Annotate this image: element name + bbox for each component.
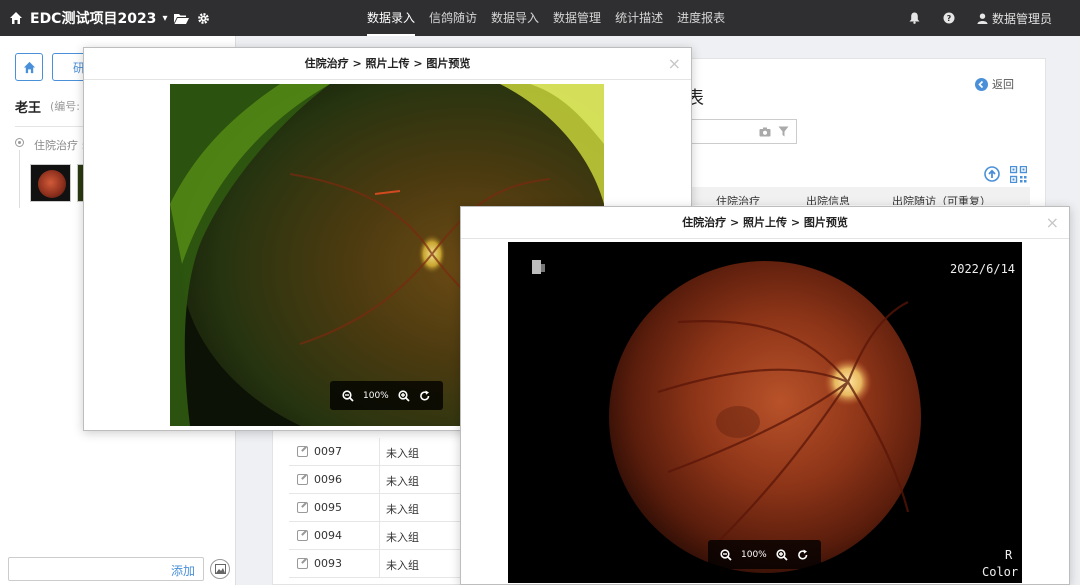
patient-name: 老王 [15, 101, 42, 116]
eye-side-label: R [1005, 548, 1013, 562]
chevron-down-icon[interactable]: ▾ [162, 13, 167, 24]
main-nav: 数据录入 信鸽随访 数据导入 数据管理 统计描述 进度报表 [360, 0, 732, 36]
edit-icon[interactable] [297, 446, 308, 457]
table-header: 住院治疗 出院信息 出院随访（可重复） [690, 187, 1030, 205]
zoom-in-icon[interactable] [776, 548, 788, 561]
row-id[interactable]: 0093 [314, 557, 342, 570]
image-icon [214, 564, 226, 574]
tree-connector [19, 150, 20, 208]
image-preview-modal: 住院治疗 > 照片上传 > 图片预览 × [460, 206, 1070, 585]
user-icon [977, 13, 988, 24]
filter-icon[interactable] [778, 126, 790, 138]
qr-code-icon[interactable] [1009, 165, 1028, 184]
tree-node-icon[interactable] [15, 138, 24, 147]
close-button[interactable]: × [668, 56, 681, 72]
add-link[interactable]: 添加 [171, 562, 195, 579]
table-row[interactable]: 0097 未入组 [289, 438, 461, 466]
top-navbar: EDC测试项目2023 ▾ 数据录入 信鸽随访 数据导入 数据管理 统计描述 进… [0, 0, 1080, 36]
edit-icon[interactable] [297, 558, 308, 569]
svg-text:?: ? [947, 14, 952, 23]
edit-icon[interactable] [297, 530, 308, 541]
row-status: 未入组 [386, 503, 419, 516]
row-id[interactable]: 0095 [314, 501, 342, 514]
image-upload-button[interactable] [210, 559, 230, 579]
nav-item-data-import[interactable]: 数据导入 [484, 0, 546, 36]
nav-item-progress-report[interactable]: 进度报表 [670, 0, 732, 36]
zoom-level: 100% [741, 549, 767, 560]
row-status: 未入组 [386, 531, 419, 544]
folder-open-icon[interactable] [173, 10, 190, 26]
user-menu[interactable]: 数据管理员 [977, 10, 1052, 27]
zoom-out-icon[interactable] [720, 548, 732, 561]
upload-icon[interactable] [984, 166, 1000, 182]
column-header-discharge[interactable]: 出院信息 [806, 193, 850, 205]
edit-icon[interactable] [297, 502, 308, 513]
back-label[interactable]: 返回 [992, 76, 1014, 92]
back-button[interactable]: 返回 [975, 76, 1014, 92]
modal-title: 住院治疗 > 照片上传 > 图片预览 [84, 48, 691, 80]
arrow-left-icon [975, 77, 988, 91]
topbar-tools: ? 数据管理员 [909, 0, 1052, 36]
zoom-in-icon[interactable] [398, 389, 410, 402]
close-button[interactable]: × [1046, 215, 1059, 231]
image-mode-label: Color [982, 565, 1019, 579]
search-input[interactable] [690, 119, 797, 144]
row-status: 未入组 [386, 475, 419, 488]
row-id[interactable]: 0094 [314, 529, 342, 542]
rotate-icon[interactable] [419, 390, 431, 402]
zoom-controls: 100% [708, 540, 821, 569]
column-header-inpatient[interactable]: 住院治疗 [716, 193, 760, 205]
app-brand[interactable]: EDC测试项目2023 ▾ [8, 0, 211, 36]
table-row[interactable]: 0093 未入组 [289, 550, 461, 578]
table-row[interactable]: 0096 未入组 [289, 466, 461, 494]
home-button[interactable] [15, 53, 43, 81]
tree-item-inpatient[interactable]: 住院治疗 : [34, 137, 85, 153]
nav-item-data-entry[interactable]: 数据录入 [360, 0, 422, 36]
row-status: 未入组 [386, 559, 419, 572]
row-status: 未入组 [386, 447, 419, 460]
camera-icon[interactable] [759, 126, 771, 138]
modal-title: 住院治疗 > 照片上传 > 图片预览 [461, 207, 1069, 239]
nav-item-statistics[interactable]: 统计描述 [608, 0, 670, 36]
patient-code-label: (编号: [50, 100, 80, 113]
bell-icon[interactable] [909, 12, 921, 24]
home-icon [23, 61, 35, 73]
table-row[interactable]: 0094 未入组 [289, 522, 461, 550]
preview-image[interactable]: 2022/6/14 R Color 100% [508, 242, 1022, 583]
date-stamp: 2022/6/14 [950, 262, 1016, 276]
nav-item-data-management[interactable]: 数据管理 [546, 0, 608, 36]
help-icon[interactable]: ? [943, 12, 955, 24]
table-row[interactable]: 0095 未入组 [289, 494, 461, 522]
rotate-icon[interactable] [797, 549, 809, 561]
patient-table: 0097 未入组 0096 未入组 0095 未入组 0094 未入组 0093… [289, 438, 461, 578]
gear-icon[interactable] [195, 10, 211, 26]
comment-input[interactable]: 添加 [8, 557, 204, 581]
nav-item-pigeon-followup[interactable]: 信鸽随访 [422, 0, 484, 36]
app-title[interactable]: EDC测试项目2023 [30, 8, 156, 28]
user-name[interactable]: 数据管理员 [992, 10, 1052, 27]
column-header-followup[interactable]: 出院随访（可重复） [892, 193, 991, 205]
row-id[interactable]: 0096 [314, 473, 342, 486]
edit-icon[interactable] [297, 474, 308, 485]
home-icon[interactable] [8, 10, 24, 26]
row-id[interactable]: 0097 [314, 445, 342, 458]
zoom-controls: 100% [330, 381, 443, 410]
zoom-out-icon[interactable] [342, 389, 354, 402]
zoom-level: 100% [363, 390, 389, 401]
photo-thumbnail[interactable] [30, 164, 71, 202]
